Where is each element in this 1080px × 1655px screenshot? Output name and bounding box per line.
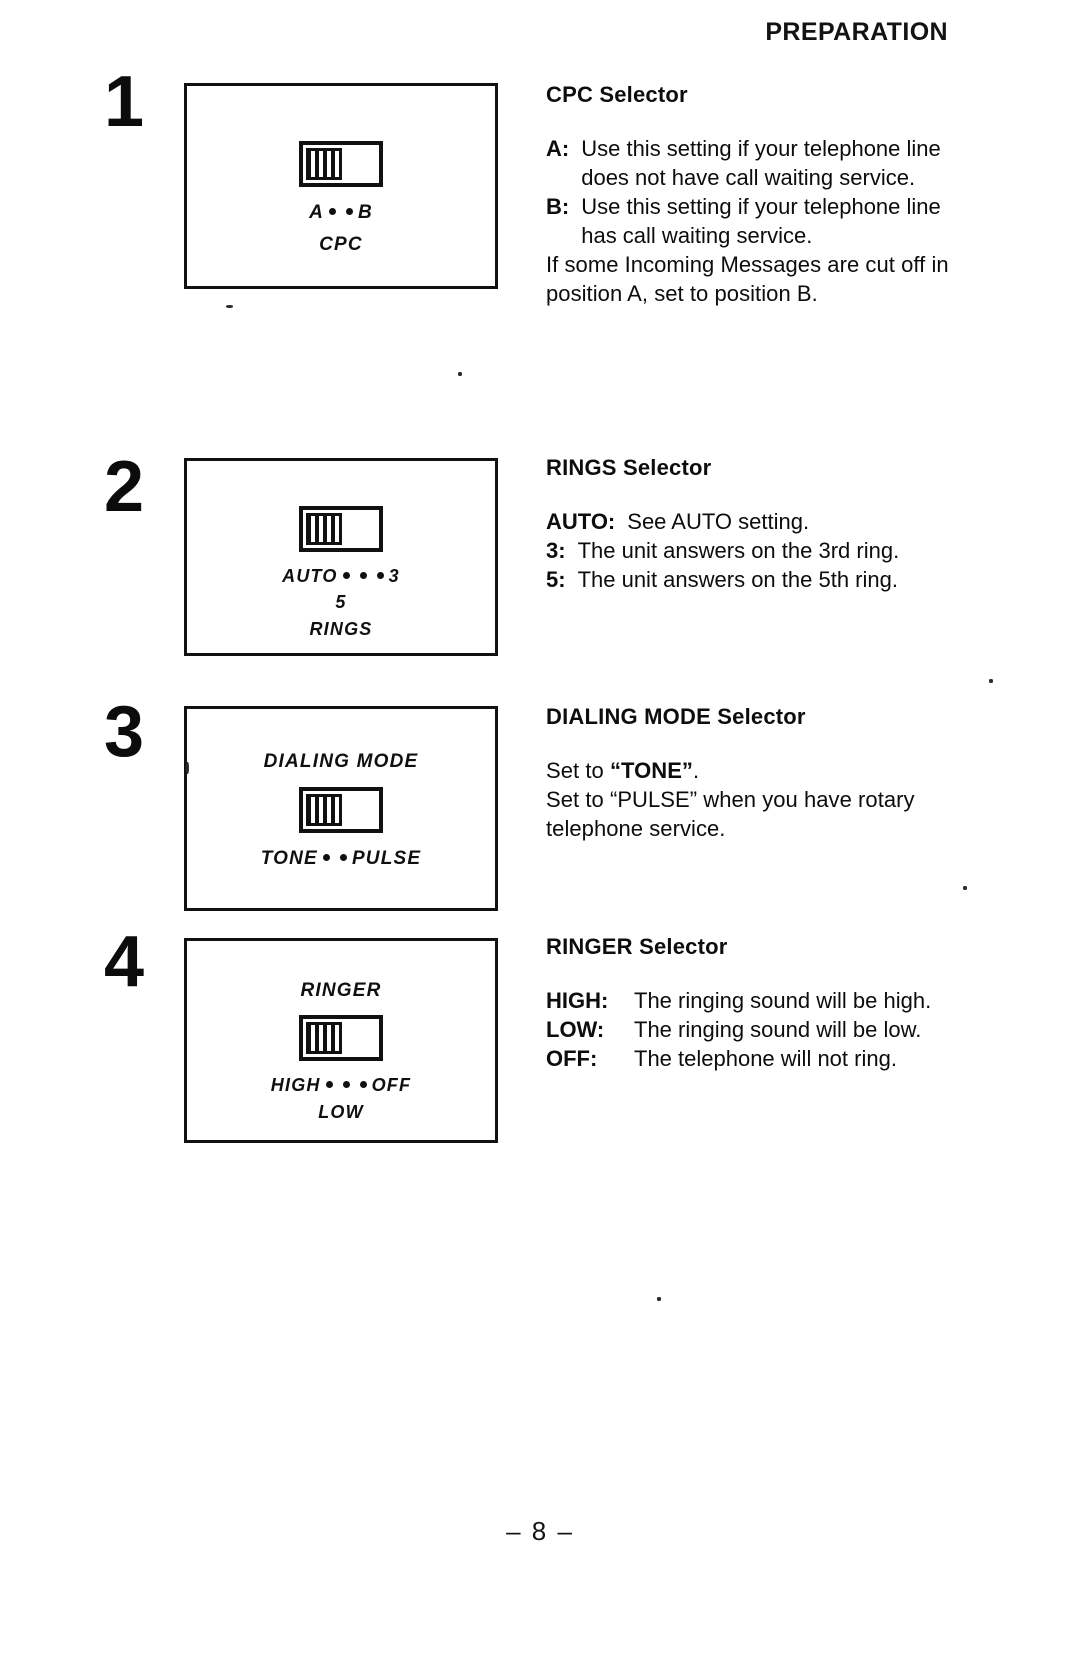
dialing-mode-line-1: Set to “TONE”.: [546, 756, 966, 785]
ringer-switch-name: RINGER: [300, 980, 382, 1001]
figure-box-cpc: AB CPC: [184, 83, 498, 289]
section-dialing-mode: DIALING MODE Selector Set to “TONE”. Set…: [546, 704, 966, 843]
scan-speck: [458, 372, 462, 376]
definition-item: B: Use this setting if your telephone li…: [546, 192, 966, 250]
definition-term: LOW:: [546, 1017, 605, 1043]
definition-item: LOW: The ringing sound will be low.: [546, 1015, 966, 1044]
page-number: – 8 –: [506, 1516, 574, 1546]
definition-item: 3: The unit answers on the 3rd ring.: [546, 536, 966, 565]
definition-item: AUTO: See AUTO setting.: [546, 507, 966, 536]
position-dot: [339, 853, 347, 861]
section-cpc: CPC Selector A: Use this setting if your…: [546, 82, 966, 308]
slide-switch-icon: [299, 506, 383, 552]
scan-speck: [963, 886, 967, 890]
position-dot: [346, 207, 353, 215]
rings-switch-positions: AUTO 3: [187, 564, 495, 588]
step-number-1: 1: [104, 62, 145, 142]
scan-speck: [989, 679, 993, 683]
page-title: PREPARATION: [765, 18, 948, 46]
switch-knob: [306, 148, 342, 180]
dialing-mode-line-2: Set to “PULSE” when you have rotary tele…: [546, 787, 921, 842]
definition-item: OFF: The telephone will not ring.: [546, 1044, 966, 1073]
figure-box-dialing-mode: DIALING MODE TONE PULSE: [184, 706, 498, 911]
dialing-mode-switch-name: DIALING MODE: [263, 751, 419, 772]
definition-desc: Use this setting if your telephone line …: [581, 136, 941, 191]
dialing-mode-positions: TONE PULSE: [187, 846, 495, 872]
position-dot: [376, 572, 384, 580]
definition-term: 5:: [546, 567, 566, 593]
dialing-line1-bold: “TONE”: [609, 758, 693, 784]
scan-speck: [226, 305, 233, 308]
definition-term: B:: [546, 194, 570, 220]
definition-desc: The ringing sound will be high.: [634, 988, 932, 1014]
rings-switch-graphic[interactable]: [187, 506, 495, 552]
definition-desc: The unit answers on the 5th ring.: [577, 567, 898, 593]
position-dot: [322, 853, 330, 861]
position-dot: [342, 1080, 350, 1088]
position-dot: [359, 572, 367, 580]
step-number-4: 4: [104, 922, 145, 1002]
rings-switch-name: RINGS: [309, 618, 373, 639]
switch-knob: [306, 513, 342, 545]
section-title-dialing-mode: DIALING MODE Selector: [546, 704, 806, 729]
scan-speck: [657, 1297, 661, 1301]
section-title-cpc: CPC Selector: [546, 82, 688, 107]
section-title-rings: RINGS Selector: [546, 455, 712, 480]
definition-item: HIGH: The ringing sound will be high.: [546, 986, 966, 1015]
ringer-position-middle: LOW: [318, 1101, 364, 1122]
cpc-switch-name: CPC: [319, 233, 363, 255]
dialing-mode-switch-graphic[interactable]: [187, 786, 495, 833]
section-rings: RINGS Selector AUTO: See AUTO setting. 3…: [546, 455, 966, 594]
definition-desc: The telephone will not ring.: [634, 1046, 897, 1072]
scan-speck: [186, 762, 189, 774]
ringer-position-right: OFF: [371, 1074, 412, 1095]
definition-desc: Use this setting if your telephone line …: [581, 194, 941, 249]
cpc-switch-graphic[interactable]: [187, 141, 495, 187]
section-paragraph-cpc: If some Incoming Messages are cut off in…: [546, 252, 955, 307]
position-dot: [359, 1080, 367, 1088]
rings-position-right: 3: [388, 566, 400, 586]
dialing-line1-post: .: [692, 758, 700, 784]
figure-box-rings: AUTO 3 5 RINGS: [184, 458, 498, 656]
definition-desc: See AUTO setting.: [627, 509, 810, 535]
slide-switch-icon: [299, 786, 383, 833]
ringer-positions: HIGH OFF: [187, 1073, 495, 1097]
section-ringer: RINGER Selector HIGH: The ringing sound …: [546, 934, 966, 1073]
definition-desc: The unit answers on the 3rd ring.: [577, 538, 900, 564]
cpc-position-left: A: [309, 202, 324, 223]
definition-term: 3:: [546, 538, 566, 564]
ringer-switch-graphic[interactable]: [187, 1014, 495, 1061]
definition-item: 5: The unit answers on the 5th ring.: [546, 565, 966, 594]
slide-switch-icon: [299, 141, 383, 187]
switch-knob: [306, 1021, 342, 1054]
position-dot: [325, 1080, 333, 1088]
slide-switch-icon: [299, 1014, 383, 1061]
ringer-position-left: HIGH: [270, 1074, 321, 1095]
cpc-position-right: B: [358, 202, 373, 223]
definition-term: HIGH:: [546, 988, 609, 1014]
dialing-line1-pre: Set to: [546, 758, 610, 784]
switch-knob: [306, 793, 342, 826]
cpc-switch-positions: AB: [187, 200, 495, 226]
definition-term: OFF:: [546, 1046, 598, 1072]
step-number-3: 3: [104, 692, 145, 772]
dialing-position-right: PULSE: [351, 847, 422, 869]
position-dot: [342, 572, 350, 580]
step-number-2: 2: [104, 447, 145, 527]
definition-desc: The ringing sound will be low.: [634, 1017, 922, 1043]
figure-box-ringer: RINGER HIGH OFF LOW: [184, 938, 498, 1143]
definition-term: A:: [546, 136, 570, 162]
definition-item: A: Use this setting if your telephone li…: [546, 134, 966, 192]
definition-term: AUTO:: [546, 509, 616, 535]
dialing-position-left: TONE: [260, 847, 318, 869]
rings-position-left: AUTO: [282, 566, 338, 586]
position-dot: [329, 207, 336, 215]
section-title-ringer: RINGER Selector: [546, 934, 728, 959]
rings-position-middle: 5: [335, 592, 347, 613]
